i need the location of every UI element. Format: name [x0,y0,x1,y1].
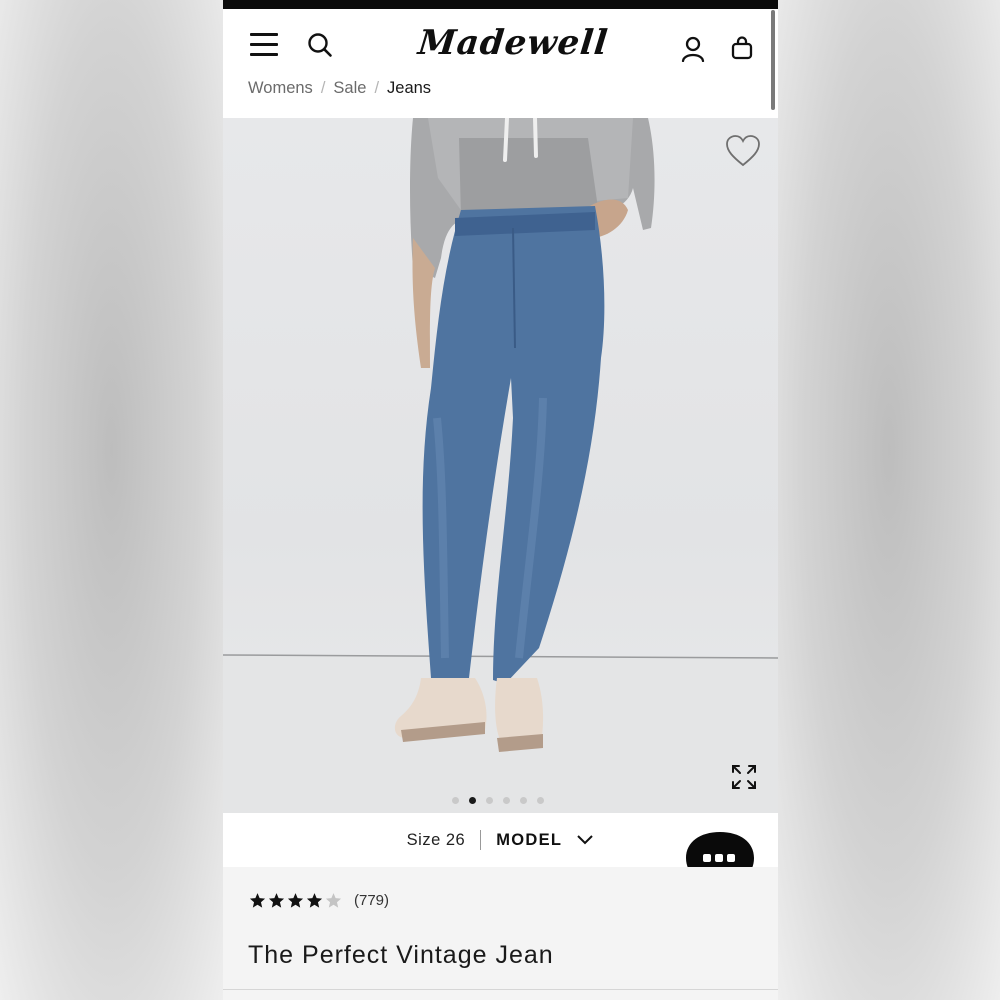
star-filled-icon [249,893,266,908]
model-size-label: Size 26 [406,830,466,849]
shopping-bag-icon[interactable] [731,36,753,60]
chevron-down-icon [577,835,594,845]
carousel-pagination [452,797,544,804]
breadcrumb-sale[interactable]: Sale [333,79,366,98]
breadcrumb-womens[interactable]: Womens [248,79,313,98]
mobile-page: Madewell Womens / Sale / Jeans Size 26 M… [223,0,778,1000]
status-bar [223,0,778,9]
carousel-dot[interactable] [537,797,544,804]
breadcrumb-jeans[interactable]: Jeans [387,79,431,98]
right-backdrop [778,0,1000,1000]
site-header: Madewell Womens / Sale / Jeans [223,9,778,119]
star-empty-icon [325,893,342,908]
review-count[interactable]: (779) [354,892,389,909]
left-backdrop [0,0,223,1000]
star-filled-icon [306,893,323,908]
hamburger-menu-icon[interactable] [250,33,278,57]
expand-icon[interactable] [731,764,757,790]
product-title: The Perfect Vintage Jean [248,941,554,969]
divider [223,989,778,990]
search-icon[interactable] [307,32,333,58]
breadcrumb-separator: / [374,79,380,97]
product-image-gallery[interactable] [223,118,778,813]
carousel-dot[interactable] [452,797,459,804]
star-filled-icon [287,893,304,908]
star-filled-icon [268,893,285,908]
carousel-dot[interactable] [486,797,493,804]
breadcrumb-separator: / [320,79,326,97]
product-rating[interactable]: (779) [249,892,389,909]
product-photo [223,118,778,813]
model-toggle-label: MODEL [496,830,563,849]
brand-logo[interactable]: Madewell [416,23,610,69]
heart-icon[interactable] [725,134,761,168]
carousel-dot[interactable] [503,797,510,804]
carousel-dot-active[interactable] [469,797,476,804]
divider [480,830,482,850]
account-icon[interactable] [681,36,705,62]
carousel-dot[interactable] [520,797,527,804]
model-toggle[interactable]: MODEL [496,831,594,850]
breadcrumb: Womens / Sale / Jeans [248,79,431,98]
product-info: (779) The Perfect Vintage Jean [223,867,778,1000]
